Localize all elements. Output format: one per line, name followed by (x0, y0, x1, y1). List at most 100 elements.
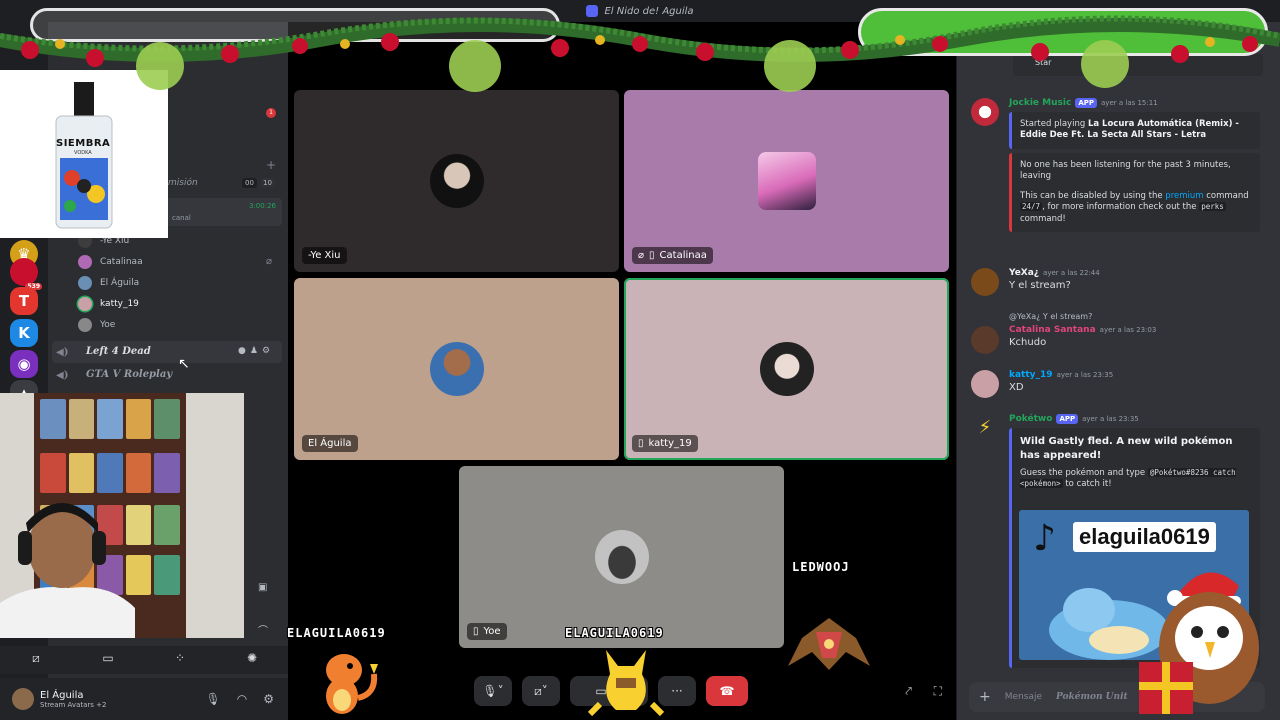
leaving-embed: No one has been listening for the past 3… (1009, 152, 1260, 233)
screen-share-icon[interactable]: ▣ (258, 582, 267, 593)
user-avatar[interactable] (12, 688, 34, 710)
reply-reference[interactable]: @YeXa¿ Y el stream? (1009, 312, 1260, 321)
christmas-eagle-mascot (1139, 572, 1259, 714)
premium-link[interactable]: premium (1165, 191, 1203, 201)
author-avatar[interactable] (971, 98, 999, 126)
avatar (757, 152, 816, 210)
bird-pokemon-sprite (788, 618, 870, 670)
product-brand: SIEMBRA (56, 138, 111, 149)
server-icon-badge[interactable]: 539 (10, 258, 42, 290)
voice-channel-left-4-dead[interactable]: ◀) Left 4 Dead (56, 346, 151, 358)
message-jockie-music: Jockie Music APP ayer a las 15:11 Started … (971, 98, 1260, 233)
overlay-username-center: ELAGUILA0619 (565, 626, 664, 640)
invite-icon[interactable]: ♟ (250, 346, 258, 356)
phone-icon: ▯ (473, 626, 479, 637)
embed-title: Wild Gastly fled. A new wild pokémon has… (1020, 436, 1233, 461)
avatar (429, 154, 484, 208)
avatar (78, 276, 92, 290)
screen-share-icon[interactable]: ▭ (96, 651, 120, 669)
avatar (594, 530, 649, 584)
fullscreen-icon[interactable]: ⛶ (934, 684, 942, 699)
popout-icon[interactable]: ⤤ (905, 684, 912, 699)
voice-channel-gta-v-roleplay[interactable]: ◀) GTA V Roleplay (56, 369, 172, 381)
timestamp: ayer a las 22:44 (1043, 269, 1100, 277)
voice-channel-actions: ● ♟ ⚙ (238, 346, 270, 356)
tile-el-aguila[interactable]: El Águila (294, 278, 619, 460)
chat-icon[interactable]: ● (238, 346, 246, 356)
user-limit-count: 00 (242, 178, 257, 188)
server-icon-purple[interactable]: ◉ (10, 350, 38, 378)
input-placeholder: Mensaje (1004, 692, 1042, 702)
author-avatar[interactable] (971, 370, 999, 398)
user-status: Stream Avatars +2 (40, 700, 107, 709)
tiktok-handle: elaguila0619 (1073, 522, 1216, 552)
channel-name-partial[interactable]: misión (168, 178, 198, 188)
author-name[interactable]: Jockie Music (1009, 98, 1071, 108)
window-title: El Nido de! Aguila (604, 5, 694, 17)
avatar (78, 255, 92, 269)
voice-member-el-aguila[interactable]: El Águila (78, 276, 139, 290)
settings-gear-icon[interactable]: ⚙ (263, 692, 274, 706)
voice-member-catalinaa[interactable]: Catalinaa (78, 255, 143, 269)
server-icon-k[interactable]: K (10, 319, 38, 347)
notification-badge: 1 (266, 108, 276, 118)
vodka-bottle-image (55, 82, 113, 229)
tile-name-tag: ⌀ ▯ Catalinaa (632, 247, 713, 264)
timestamp: ayer a las 23:03 (1099, 326, 1157, 334)
message-yexa: YeXa¿ ayer a las 22:44 Y el stream? (971, 268, 1260, 296)
author-avatar[interactable] (971, 326, 999, 354)
input-channel-name: Pokémon Unit (1055, 692, 1128, 702)
phone-icon: ▯ (638, 438, 644, 449)
avatar (759, 342, 814, 396)
author-name[interactable]: Pokétwo (1009, 414, 1052, 424)
voice-member-katty-19[interactable]: katty_19 (78, 297, 139, 311)
tile-name-tag: ▯ katty_19 (632, 435, 698, 452)
activities-icon[interactable]: ⁘ (168, 651, 192, 669)
message-catalina-santana: @YeXa¿ Y el stream? Catalina Santana ayer… (971, 312, 1260, 354)
muted-icon: ⌀ (638, 250, 645, 261)
author-avatar[interactable] (971, 268, 999, 296)
timestamp: ayer a las 23:35 (1056, 371, 1114, 379)
tiktok-icon: ♪ (1033, 518, 1056, 559)
microphone-icon[interactable]: 🎙 (206, 692, 221, 706)
tile-katty-19[interactable]: ▯ katty_19 (624, 278, 949, 460)
author-name[interactable]: katty_19 (1009, 370, 1053, 380)
poketwo-avatar[interactable]: ⚡ (971, 414, 999, 442)
user-name: El Águila (40, 689, 84, 701)
product-overlay: SIEMBRA VODKA (0, 70, 168, 238)
tile-catalinaa[interactable]: ⌀ ▯ Catalinaa (624, 90, 949, 272)
message-katty-19: katty_19 ayer a las 23:35 XD (971, 370, 1260, 398)
pinned-embed: Star (1013, 54, 1263, 76)
camera-off-icon[interactable]: ⧄ (24, 651, 48, 669)
message-text: XD (1009, 382, 1024, 393)
tile-ye-xiu[interactable]: -Ye Xiu (294, 90, 619, 272)
soundboard-icon[interactable]: ✺ (240, 651, 264, 669)
product-sub: VODKA (74, 150, 92, 156)
user-limit-max: 10 (260, 178, 275, 188)
channel-caption: canal (172, 214, 191, 222)
voice-member-yoe[interactable]: Yoe (78, 318, 115, 332)
add-channel-icon[interactable]: + (266, 158, 276, 172)
author-name[interactable]: YeXa¿ (1009, 268, 1039, 278)
add-attachment-icon[interactable]: + (979, 689, 991, 705)
avatar (78, 318, 92, 332)
microphone-toggle-button[interactable]: 🎙˅ (474, 676, 512, 706)
tile-yoe[interactable]: ▯ Yoe (459, 466, 784, 648)
server-icon-t[interactable]: T (10, 287, 38, 315)
streamer-webcam (0, 393, 244, 638)
camera-toggle-button[interactable]: ⧄˅ (522, 676, 560, 706)
charmander-sprite (326, 654, 378, 714)
avatar (429, 342, 484, 396)
now-playing-embed: Started playing La Locura Automática (Re… (1009, 112, 1260, 149)
overlay-banner-left (30, 8, 560, 42)
gear-icon[interactable]: ⚙ (262, 346, 270, 356)
disconnect-icon[interactable]: ⌒ (258, 622, 268, 637)
disconnect-call-button[interactable]: ☎ (706, 676, 748, 706)
headphones-icon[interactable]: ◠ (237, 692, 247, 706)
tile-name-tag: ▯ Yoe (467, 623, 507, 640)
voice-controls-bar: ⧄ ▭ ⁘ ✺ (0, 646, 288, 674)
tile-name-tag: -Ye Xiu (302, 247, 347, 264)
message-text: Kchudo (1009, 337, 1047, 348)
avatar (78, 297, 92, 311)
author-name[interactable]: Catalina Santana (1009, 325, 1096, 335)
